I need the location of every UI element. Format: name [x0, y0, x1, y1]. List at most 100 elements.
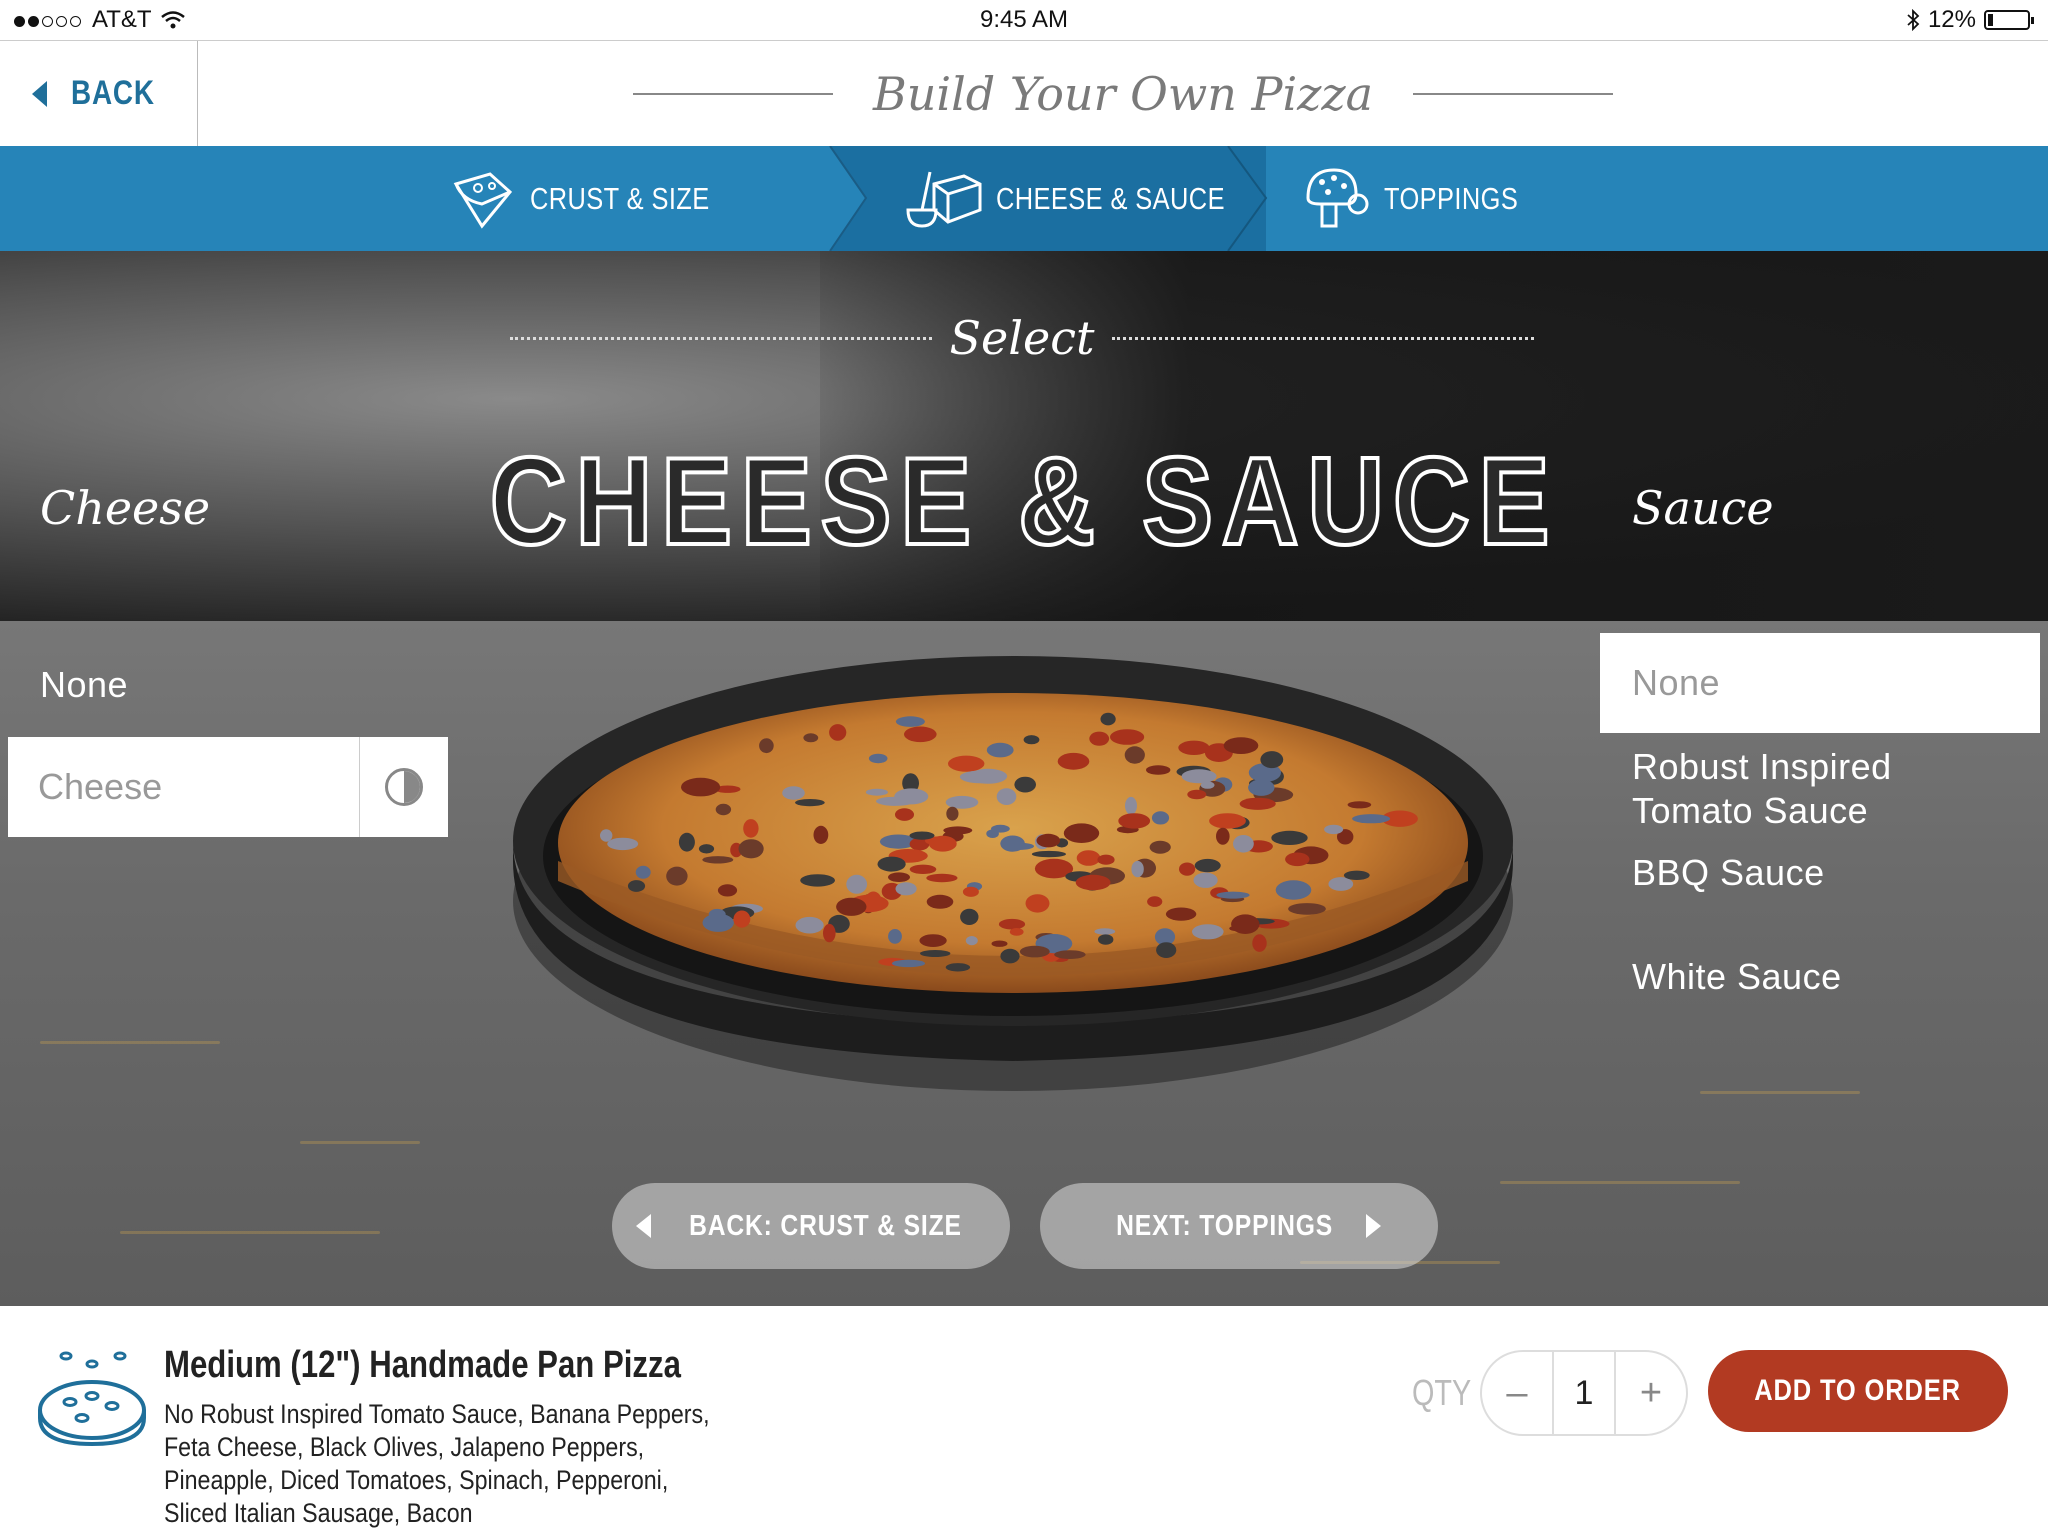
- pizza-topping: [1118, 813, 1151, 829]
- cheese-option-none[interactable]: None: [40, 663, 128, 707]
- pizza-topping: [1031, 850, 1066, 858]
- pizza-topping: [1248, 779, 1275, 796]
- hero-area: Select CHEESE & SAUCE Cheese Sauce None …: [0, 251, 2048, 1306]
- page-title: Build Your Own Pizza: [872, 66, 1374, 121]
- sauce-heading: Sauce: [1632, 481, 1774, 535]
- pizza-topping: [1097, 854, 1115, 865]
- tab-toppings[interactable]: TOPPINGS: [1300, 146, 1548, 251]
- pizza-topping: [1100, 712, 1116, 726]
- pizza-topping: [1009, 928, 1024, 936]
- battery-icon: [1984, 10, 2034, 30]
- right-arrow-icon: [1366, 1214, 1382, 1238]
- pizza-topping: [1036, 833, 1061, 848]
- pizza-topping: [1252, 934, 1267, 952]
- pizza-topping: [698, 844, 715, 854]
- cheese-heading: Cheese: [40, 481, 211, 535]
- pizza-topping: [1324, 824, 1344, 835]
- pizza-topping: [945, 963, 971, 972]
- select-heading: Select: [510, 311, 1535, 365]
- back-button[interactable]: BACK: [0, 41, 198, 146]
- product-title: Medium (12") Handmade Pan Pizza: [164, 1344, 681, 1386]
- pizza-topping: [1094, 928, 1116, 935]
- sauce-option-none[interactable]: None: [1600, 633, 2040, 733]
- pizza-topping: [868, 753, 888, 764]
- order-footer: Medium (12") Handmade Pan Pizza No Robus…: [0, 1306, 2048, 1536]
- cheese-sauce-icon: [906, 171, 982, 228]
- pizza-topping: [1149, 840, 1171, 854]
- clock: 9:45 AM: [979, 6, 1069, 33]
- pan-pizza-icon: [38, 1351, 146, 1447]
- pizza-topping: [946, 806, 959, 821]
- pizza-topping: [795, 916, 824, 934]
- pizza-preview: [513, 656, 1513, 1091]
- toppings-icon: [1306, 167, 1369, 227]
- title-rule-right: [1413, 92, 1614, 95]
- pizza-topping: [846, 874, 868, 894]
- pizza-topping: [1147, 896, 1163, 907]
- pizza-topping: [1187, 789, 1207, 800]
- sauce-option-white[interactable]: White Sauce: [1632, 955, 1842, 999]
- pizza-topping: [877, 856, 906, 872]
- pizza-topping: [836, 897, 867, 916]
- qty-value[interactable]: 1: [1552, 1350, 1616, 1436]
- pizza-topping: [1089, 731, 1110, 746]
- pizza-topping: [607, 837, 639, 851]
- pizza-topping: [803, 733, 819, 743]
- pizza-topping: [829, 724, 847, 741]
- pizza-topping: [1239, 797, 1276, 810]
- pizza-topping: [891, 959, 926, 968]
- pizza-topping: [962, 886, 979, 897]
- back-crust-size-button[interactable]: BACK: CRUST & SIZE: [612, 1183, 1010, 1269]
- pizza-topping: [1181, 769, 1217, 784]
- pizza-topping: [926, 873, 958, 883]
- pizza-topping: [928, 835, 957, 852]
- add-to-order-label: ADD TO ORDER: [1754, 1374, 1962, 1407]
- pizza-topping: [800, 874, 835, 887]
- pizza-topping: [717, 884, 738, 897]
- next-toppings-button[interactable]: NEXT: TOPPINGS: [1040, 1183, 1438, 1269]
- pizza-topping: [865, 788, 888, 796]
- bluetooth-icon: [1907, 9, 1920, 31]
- pizza-topping: [1216, 827, 1230, 845]
- crust-size-icon: [453, 171, 513, 229]
- quantity-stepper: – 1 +: [1480, 1350, 1688, 1436]
- cheese-option-label: Cheese: [38, 766, 163, 807]
- pizza-topping: [1352, 814, 1391, 824]
- next-toppings-label: NEXT: TOPPINGS: [1116, 1209, 1333, 1242]
- pizza-topping: [904, 726, 937, 743]
- pizza-topping: [1271, 830, 1308, 845]
- pizza-topping: [1275, 880, 1312, 900]
- tab-crust-size-label: CRUST & SIZE: [530, 180, 710, 216]
- back-button-label: BACK: [71, 74, 155, 112]
- pizza-topping: [876, 796, 915, 806]
- qty-increment-button[interactable]: +: [1616, 1372, 1686, 1415]
- pizza-topping: [948, 755, 985, 772]
- pizza-topping: [738, 839, 764, 859]
- status-bar: AT&T 9:45 AM 12%: [0, 0, 2048, 40]
- cheese-portion-button[interactable]: [359, 737, 448, 837]
- qty-decrement-button[interactable]: –: [1482, 1372, 1552, 1415]
- pizza-topping: [1146, 765, 1171, 775]
- tab-cheese-sauce[interactable]: CHEESE & SAUCE: [904, 146, 1275, 251]
- back-crust-size-label: BACK: CRUST & SIZE: [689, 1209, 962, 1242]
- cheese-option-cheese[interactable]: Cheese: [8, 737, 448, 837]
- pizza-topping: [743, 819, 759, 838]
- tab-toppings-label: TOPPINGS: [1384, 180, 1519, 216]
- pizza-topping: [823, 923, 836, 943]
- sauce-option-bbq[interactable]: BBQ Sauce: [1632, 851, 1825, 895]
- pizza-topping: [600, 829, 613, 842]
- pizza-topping: [1151, 811, 1170, 825]
- pizza-topping: [1216, 891, 1250, 899]
- pizza-topping: [1229, 925, 1251, 932]
- pizza-topping: [1260, 751, 1284, 769]
- pizza-topping: [1025, 894, 1050, 913]
- battery-percent: 12%: [1927, 6, 1976, 33]
- product-description: No Robust Inspired Tomato Sauce, Banana …: [164, 1399, 710, 1528]
- tab-crust-size[interactable]: CRUST & SIZE: [450, 146, 749, 251]
- pizza-topping: [895, 716, 925, 727]
- step-divider: [829, 146, 868, 251]
- pizza-topping: [919, 934, 947, 947]
- pizza-topping: [991, 940, 1008, 947]
- add-to-order-button[interactable]: ADD TO ORDER: [1708, 1350, 2008, 1432]
- sauce-option-tomato[interactable]: Robust Inspired Tomato Sauce: [1632, 745, 1892, 833]
